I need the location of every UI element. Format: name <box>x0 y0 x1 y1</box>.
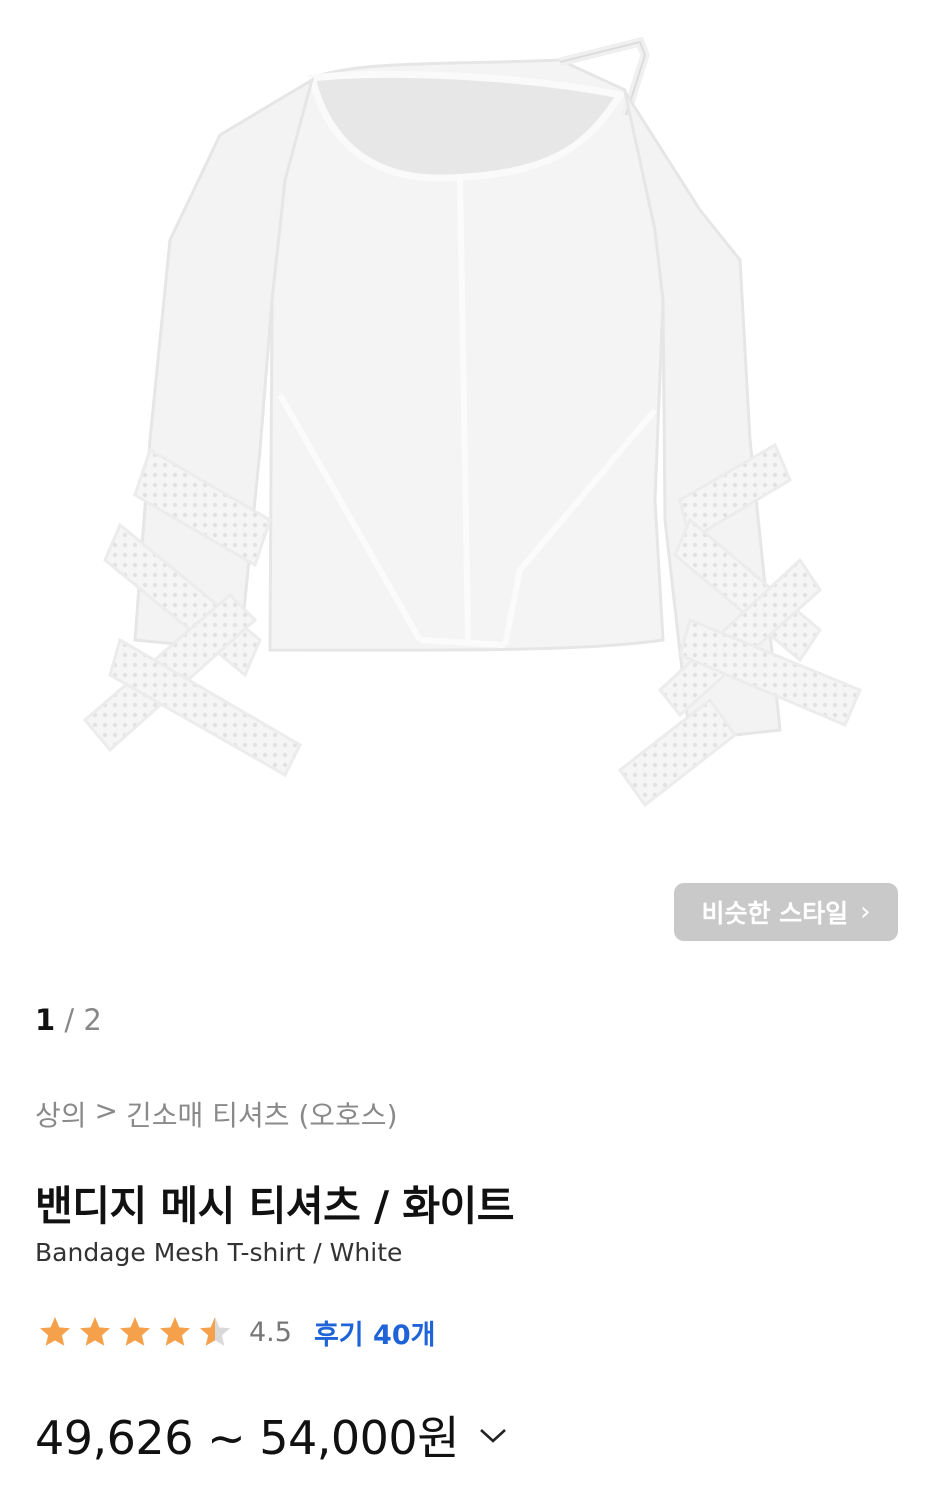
pager-total: 2 <box>83 1003 102 1037</box>
rating-row: 4.5 후기 40개 <box>35 1310 435 1354</box>
price-dropdown[interactable]: 49,626 ~ 54,000원 <box>35 1403 509 1467</box>
breadcrumb: 상의 > 긴소매 티셔츠 (오호스) <box>35 1094 398 1134</box>
pager-current: 1 <box>35 1003 56 1037</box>
pager-separator: / <box>64 1003 75 1037</box>
breadcrumb-separator: > <box>94 1094 118 1127</box>
star-icon <box>160 1317 190 1346</box>
product-title: 밴디지 메시 티셔츠 / 화이트 <box>35 1182 515 1230</box>
shirt-illustration <box>82 36 862 808</box>
star-rating <box>35 1314 235 1350</box>
breadcrumb-subcategory[interactable]: 긴소매 티셔츠 (오호스) <box>126 1094 398 1134</box>
rating-value: 4.5 <box>249 1316 292 1348</box>
chevron-down-icon <box>480 1429 506 1443</box>
breadcrumb-category[interactable]: 상의 <box>35 1094 87 1134</box>
star-half-icon <box>200 1317 230 1346</box>
star-icon <box>80 1317 110 1346</box>
star-icon <box>120 1317 150 1346</box>
image-pager: 1 / 2 <box>35 1003 102 1037</box>
chevron-right-icon: › <box>860 897 871 927</box>
similar-style-label: 비슷한 스타일 <box>701 899 849 928</box>
similar-style-button[interactable]: 비슷한 스타일 › <box>674 883 898 941</box>
product-image[interactable]: 비슷한 스타일 › <box>0 0 930 970</box>
price-range: 49,626 ~ 54,000원 <box>35 1411 460 1465</box>
star-icon <box>40 1317 70 1346</box>
reviews-link[interactable]: 후기 40개 <box>314 1313 436 1352</box>
product-subtitle: Bandage Mesh T-shirt / White <box>35 1238 403 1267</box>
